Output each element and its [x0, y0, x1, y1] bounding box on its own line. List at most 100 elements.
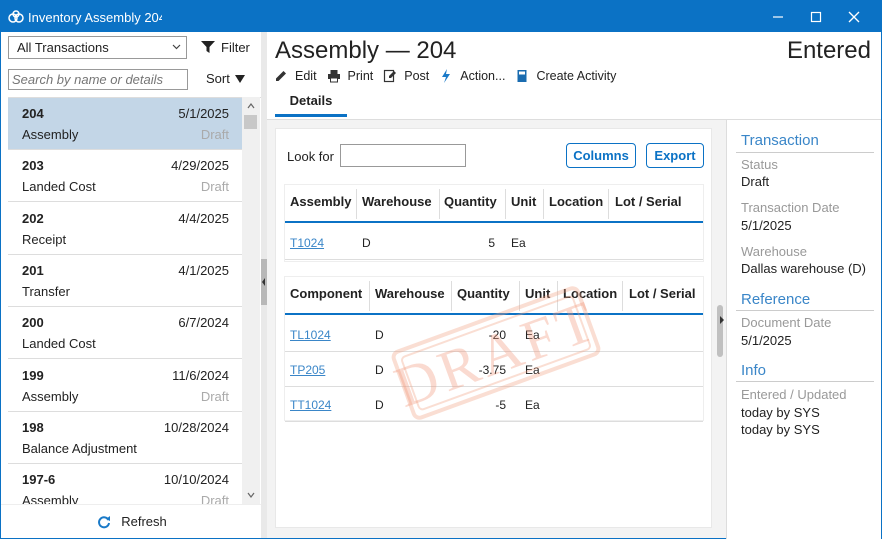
document-view: Assembly — 204 Entered Edit Print Post A… [267, 32, 881, 539]
look-for-label: Look for [287, 149, 334, 164]
collapse-right-icon[interactable] [719, 316, 725, 324]
column-separator[interactable] [622, 281, 623, 311]
post-document-icon [384, 69, 397, 83]
column-header[interactable]: Assembly [290, 194, 351, 209]
list-item[interactable]: 203 4/29/2025 Landed Cost Draft [8, 150, 243, 203]
list-item[interactable]: 199 11/6/2024 Assembly Draft [8, 359, 243, 412]
list-item[interactable]: 198 10/28/2024 Balance Adjustment [8, 411, 243, 464]
edit-label: Edit [295, 69, 317, 83]
column-separator[interactable] [451, 281, 452, 311]
unit-cell: Ea [525, 363, 540, 377]
warehouse-cell: D [375, 328, 384, 342]
list-item[interactable]: 201 4/1/2025 Transfer [8, 254, 243, 307]
column-separator[interactable] [369, 281, 370, 311]
list-scrollbar[interactable] [242, 97, 260, 505]
item-date: 6/7/2024 [178, 315, 229, 331]
column-header[interactable]: Unit [511, 194, 536, 209]
quantity-cell: -5 [495, 398, 506, 412]
lightning-icon [442, 69, 451, 83]
look-for-input[interactable] [340, 144, 466, 167]
minimize-icon [773, 15, 783, 18]
column-separator[interactable] [608, 189, 609, 219]
quantity-cell: 5 [488, 236, 495, 250]
section-divider [736, 310, 874, 311]
column-header[interactable]: Warehouse [375, 286, 445, 301]
item-link[interactable]: TL1024 [290, 328, 331, 342]
transactions-pane: All Transactions Filter Sort 204 5/1/2025… [1, 32, 263, 538]
warehouse-cell: D [362, 236, 371, 250]
item-status: Draft [200, 388, 229, 404]
content-scrollbar[interactable] [716, 140, 724, 520]
transaction-filter-select[interactable]: All Transactions [8, 36, 187, 59]
column-header[interactable]: Location [549, 194, 603, 209]
item-date: 5/1/2025 [178, 106, 229, 121]
sort-button[interactable]: Sort [206, 71, 245, 86]
scroll-thumb[interactable] [244, 115, 257, 129]
column-header[interactable]: Unit [525, 286, 550, 301]
info-section-header: Info [741, 362, 767, 379]
column-header[interactable]: Lot / Serial [615, 194, 681, 209]
column-header[interactable]: Location [563, 286, 617, 301]
item-status: Draft [200, 127, 229, 142]
scroll-down-icon[interactable] [247, 491, 255, 499]
edit-button[interactable]: Edit [274, 69, 317, 83]
entered-value: today by SYS [741, 405, 820, 420]
scroll-up-icon[interactable] [247, 102, 255, 110]
item-link[interactable]: T1024 [290, 236, 324, 250]
columns-button[interactable]: Columns [566, 143, 636, 168]
create-activity-button[interactable]: Create Activity [515, 69, 616, 83]
post-label: Post [404, 69, 430, 83]
close-button[interactable] [835, 1, 873, 32]
transaction-section-header: Transaction [741, 132, 819, 149]
action-button[interactable]: Action... [439, 69, 505, 83]
column-header[interactable]: Warehouse [362, 194, 432, 209]
table-row[interactable]: T1024 D 5 Ea [285, 225, 703, 260]
item-type: Landed Cost [22, 336, 96, 352]
column-header[interactable]: Quantity [457, 286, 510, 301]
table-row[interactable]: TP205 D -3.75 Ea [285, 352, 703, 387]
column-header[interactable]: Quantity [444, 194, 497, 209]
maximize-button[interactable] [797, 1, 835, 32]
column-header[interactable]: Component [290, 286, 362, 301]
column-header[interactable]: Lot / Serial [629, 286, 695, 301]
list-item[interactable]: 197-6 10/10/2024 Assembly Draft [8, 464, 243, 505]
print-button[interactable]: Print [327, 69, 374, 83]
column-separator[interactable] [439, 189, 440, 219]
list-item[interactable]: 202 4/4/2025 Receipt [8, 202, 243, 255]
column-separator[interactable] [557, 281, 558, 311]
app-logo-icon [8, 10, 24, 23]
column-separator[interactable] [519, 281, 520, 311]
warehouse-label: Warehouse [741, 244, 807, 259]
list-item[interactable]: 200 6/7/2024 Landed Cost [8, 307, 243, 360]
content-scroll-thumb[interactable] [717, 305, 723, 357]
updated-value: today by SYS [741, 422, 820, 437]
search-input[interactable] [8, 69, 188, 90]
create-activity-label: Create Activity [536, 69, 617, 83]
maximize-icon [810, 11, 822, 22]
post-button[interactable]: Post [383, 69, 429, 83]
section-divider [736, 152, 874, 153]
list-item[interactable]: 204 5/1/2025 Assembly Draft [8, 98, 243, 150]
item-link[interactable]: TT1024 [290, 398, 331, 412]
document-status: Entered [786, 37, 871, 64]
filter-button[interactable]: Filter [201, 39, 250, 56]
refresh-button[interactable]: Refresh [1, 504, 263, 538]
quantity-cell: -3.75 [478, 363, 506, 377]
column-separator[interactable] [505, 189, 506, 219]
document-date-value: 5/1/2025 [741, 333, 792, 348]
refresh-label: Refresh [121, 514, 167, 529]
item-link[interactable]: TP205 [290, 363, 325, 377]
export-button[interactable]: Export [646, 143, 704, 168]
item-number: 198 [22, 419, 44, 435]
page-title: Assembly — 204 [275, 37, 457, 64]
tab-details[interactable]: Details [275, 91, 347, 117]
table-row[interactable]: TL1024 D -20 Ea [285, 317, 703, 352]
table-row[interactable]: TT1024 D -5 Ea [285, 387, 703, 422]
column-separator[interactable] [543, 189, 544, 219]
minimize-button[interactable] [759, 1, 797, 32]
toolbar: Edit Print Post Action... Create Activit… [274, 69, 626, 83]
print-label: Print [347, 69, 374, 83]
item-type: Assembly [22, 388, 79, 404]
transaction-list: 204 5/1/2025 Assembly Draft 203 4/29/2025 Land… [8, 97, 261, 505]
column-separator[interactable] [356, 189, 357, 219]
